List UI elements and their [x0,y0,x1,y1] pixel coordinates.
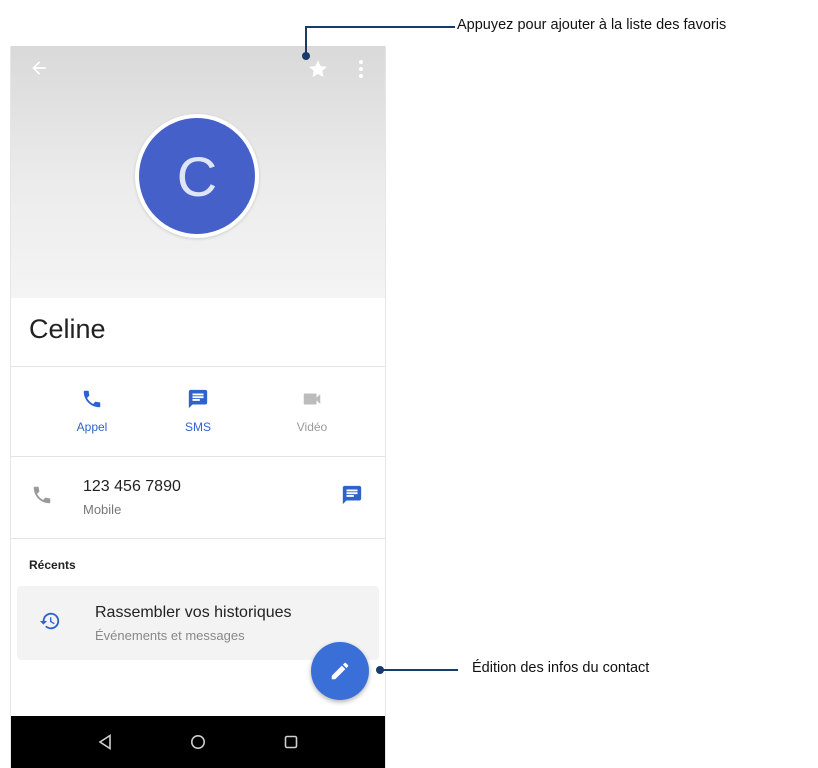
nav-home-button[interactable] [184,730,212,754]
phone-number: 123 456 7890 [83,478,181,495]
nav-recents-button[interactable] [277,730,305,754]
favorites-annotation: Appuyez pour ajouter à la liste des favo… [457,17,727,33]
video-button[interactable]: Vidéo [267,386,357,434]
top-app-bar [11,46,385,90]
message-icon [342,485,362,505]
square-recents-icon [284,735,298,749]
recents-heading: Récents [29,558,76,572]
call-label: Appel [76,420,108,434]
divider [11,366,385,367]
circle-home-icon [191,735,205,749]
phone-icon [83,390,101,408]
sms-label: SMS [184,420,211,434]
avatar: C [135,114,259,238]
avatar-letter: C [176,144,218,208]
edit-callout-line [382,669,458,671]
history-icon [39,612,60,630]
history-card-subtitle: Événements et messages [95,628,245,643]
favorites-callout-line [305,26,307,54]
phone-screen: C Celine Appel SMS Vidéo 123 456 7890 Mo… [10,46,386,768]
video-icon [303,393,321,405]
favorites-callout-dot [302,52,310,60]
system-navigation-bar [11,716,385,768]
divider [11,538,385,539]
contact-name: Celine [29,314,106,344]
phone-number-row[interactable]: 123 456 7890 Mobile [11,466,385,532]
call-button[interactable]: Appel [47,386,137,434]
nav-back-button[interactable] [91,730,119,754]
send-message-button[interactable] [341,484,363,511]
more-options-button[interactable] [349,54,373,84]
triangle-back-icon [98,734,111,750]
back-button[interactable] [23,54,55,82]
divider [11,456,385,457]
edit-contact-button[interactable] [311,642,369,700]
more-vert-icon [359,60,363,78]
history-card-title: Rassembler vos historiques [95,604,292,621]
pencil-icon [331,662,349,680]
favorites-callout-line [305,26,455,28]
star-icon [309,60,327,78]
arrow-back-icon [32,61,46,75]
message-icon [188,389,208,409]
video-label: Vidéo [296,420,328,434]
phone-type: Mobile [83,502,122,517]
sms-button[interactable]: SMS [153,386,243,434]
edit-annotation: Édition des infos du contact [472,660,650,676]
phone-icon [33,486,51,504]
